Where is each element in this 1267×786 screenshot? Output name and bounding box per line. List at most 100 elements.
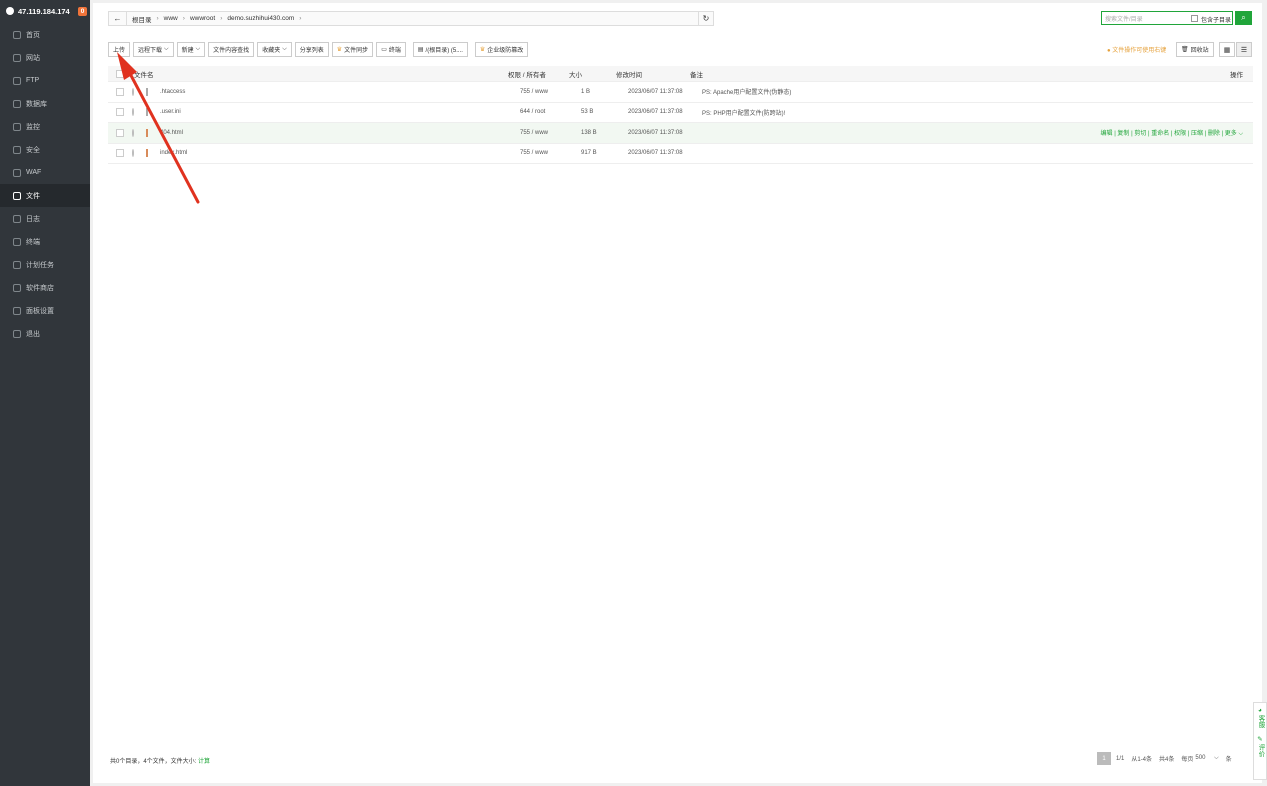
file-sync-button[interactable]: ♛ 文件同步 [331,42,374,57]
sidebar-item-label: 计划任务 [26,261,54,269]
sidebar-item-terminal[interactable]: 终端 [0,230,90,253]
per-page-select[interactable]: 500 ⌵ [1195,755,1218,762]
sidebar-item-website[interactable]: 网站 [0,46,90,69]
sidebar-item-database[interactable]: 数据库 [0,92,90,115]
sidebar-item-label: 安全 [26,146,40,154]
chevron-right-icon: › [156,15,159,22]
html-file-icon [146,149,148,158]
sidebar-item-label: 文件 [26,192,40,200]
sidebar-item-cron[interactable]: 计划任务 [0,253,90,276]
favorite-star-icon[interactable] [132,128,134,137]
search-icon[interactable]: ⌕ [1235,11,1252,25]
crumb-wwwroot[interactable]: wwwroot [190,15,215,22]
file-name[interactable]: index.html [158,150,520,156]
list-view-icon[interactable]: ☰ [1236,42,1252,57]
grid-view-icon[interactable]: ▦ [1219,42,1235,57]
header-name[interactable]: 文件名 [134,69,508,79]
search-placeholder: 搜索文件/目录 [1105,16,1143,23]
path-bar[interactable]: ← 根目录 › www › wwwroot › demo.suzhihui430… [108,11,714,26]
upload-button[interactable]: 上传 [108,42,131,57]
disk-label: /(根目录) (5.... [425,48,463,54]
row-checkbox[interactable] [116,149,124,158]
header-size[interactable]: 大小 [569,69,616,79]
header-time[interactable]: 修改时间 [616,69,690,79]
sidebar-item-label: 首页 [26,31,40,39]
file-name[interactable]: .htaccess [158,89,520,95]
file-time: 2023/06/07 11:37:08 [628,109,683,116]
chevron-down-icon: ⌵ [282,46,287,52]
row-actions[interactable]: 编辑 | 复制 | 剪切 | 重命名 | 权限 | 压缩 | 删除 | 更多 [1101,131,1237,137]
sidebar-item-logs[interactable]: 日志 [0,207,90,230]
share-list-button[interactable]: 分享列表 [294,42,329,57]
chevron-right-icon: › [220,15,223,22]
file-perm[interactable]: 755 / www [520,89,581,95]
tamper-proof-button[interactable]: ♛ 企业级防篡改 [474,42,529,57]
sidebar-item-files[interactable]: 文件 [0,184,90,207]
sidebar-item-monitor[interactable]: 监控 [0,115,90,138]
remote-download-button[interactable]: 远程下载 ⌵ [133,42,174,57]
crumb-www[interactable]: www [164,15,178,22]
file-name[interactable]: .user.ini [158,109,520,115]
file-perm[interactable]: 755 / www [520,150,581,156]
crumb-root[interactable]: 根目录 [132,14,152,24]
sidebar-item-label: 终端 [26,238,40,246]
page-count: 1/1 [1116,755,1125,762]
monitor-icon [13,122,21,131]
favorites-button[interactable]: 收藏夹 ⌵ [257,42,292,57]
file-perm[interactable]: 644 / root [520,109,581,115]
row-checkbox[interactable] [116,108,124,117]
terminal-label: 终端 [388,48,401,54]
search-input[interactable]: 搜索文件/目录 包含子目录 [1101,11,1233,25]
headset-icon: ◕ [1258,707,1262,714]
back-arrow-icon[interactable]: ← [109,12,127,25]
table-row[interactable]: .user.ini 644 / root 53 B 2023/06/07 11:… [108,103,1253,123]
table-row[interactable]: 404.html 755 / www 138 B 2023/06/07 11:3… [108,123,1253,144]
row-checkbox[interactable] [116,87,124,96]
row-checkbox[interactable] [116,128,124,137]
favorite-star-icon[interactable] [132,149,134,158]
terminal-button[interactable]: ▭ 终端 [376,42,406,57]
header-perm[interactable]: 权限 / 所有者 [508,69,569,79]
crumb-site[interactable]: demo.suzhihui430.com [227,15,294,22]
support-float-tab[interactable]: ◕ 客服 ✎ 评价 [1253,702,1267,780]
sidebar-item-store[interactable]: 软件商店 [0,276,90,299]
sidebar-item-logout[interactable]: 退出 [0,322,90,345]
sidebar-item-home[interactable]: 首页 [0,23,90,46]
breadcrumb: 根目录 › www › wwwroot › demo.suzhihui430.c… [127,14,306,24]
new-button[interactable]: 新建 ⌵ [176,42,206,57]
log-icon [13,214,21,223]
per-page-label: 每页 [1181,757,1194,763]
calc-size-link[interactable]: 计算 [198,759,210,765]
file-perm[interactable]: 755 / www [520,130,581,136]
sidebar-item-security[interactable]: 安全 [0,138,90,161]
tip-label: 文件操作可使用右键 [1112,48,1167,54]
new-label: 新建 [181,48,194,54]
notification-badge[interactable]: 0 [77,6,88,16]
disk-button[interactable]: ▤/(根目录) (5.... [412,42,468,57]
favorite-star-icon[interactable] [132,108,134,117]
apps-icon [13,283,21,292]
sidebar-item-label: WAF [26,169,42,176]
sidebar-item-settings[interactable]: 面板设置 [0,299,90,322]
calendar-icon [13,260,21,269]
sidebar-item-ftp[interactable]: FTP [0,69,90,92]
tamper-label: 企业级防篡改 [487,48,524,54]
content-search-button[interactable]: 文件内容查找 [208,42,255,57]
file-manager: ← 根目录 › www › wwwroot › demo.suzhihui430… [93,3,1262,783]
recycle-bin-button[interactable]: 🗑 回收站 [1176,42,1214,57]
sidebar-item-waf[interactable]: WAF [0,161,90,184]
chevron-down-icon[interactable]: ⌵ [1237,131,1243,137]
ftp-icon [13,76,21,85]
refresh-icon[interactable]: ↻ [698,11,714,26]
table-row[interactable]: .htaccess 755 / www 1 B 2023/06/07 11:37… [108,82,1253,103]
header-ops: 操作 [1230,71,1243,79]
current-page[interactable]: 1 [1097,752,1111,765]
folder-icon [13,191,21,200]
file-time: 2023/06/07 11:37:08 [628,129,683,136]
favorite-star-icon[interactable] [132,87,134,96]
table-row[interactable]: index.html 755 / www 917 B 2023/06/07 11… [108,144,1253,164]
include-subdir-checkbox[interactable] [1191,15,1198,22]
select-all-checkbox[interactable] [116,69,124,78]
file-name[interactable]: 404.html [158,130,520,136]
html-file-icon [146,128,148,137]
